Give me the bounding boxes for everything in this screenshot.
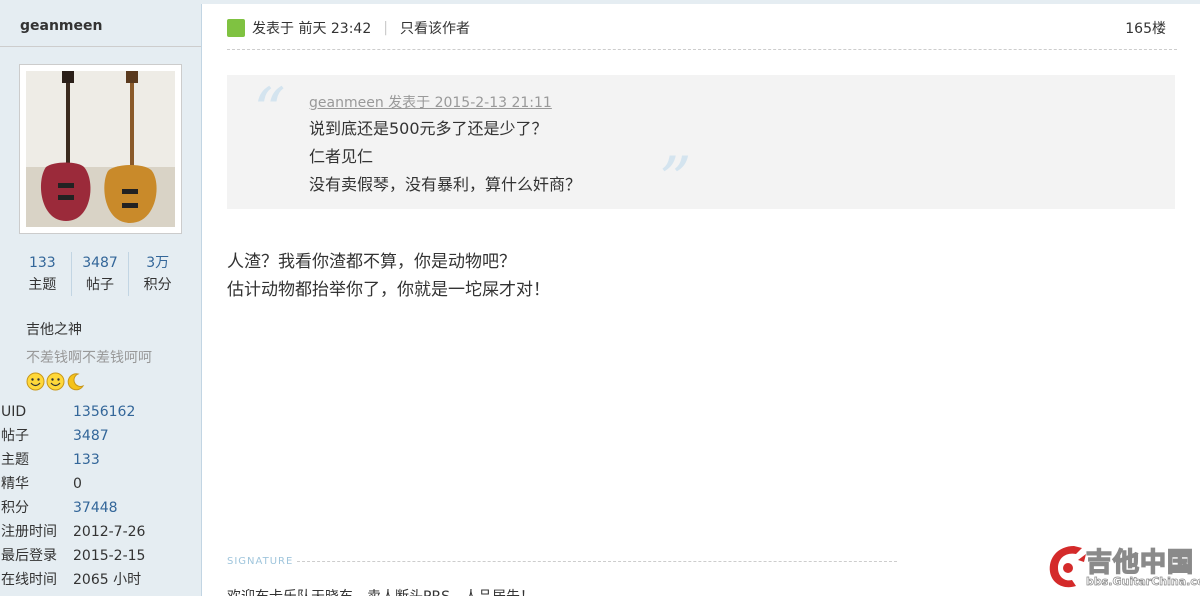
info-key: 注册时间 (1, 524, 57, 540)
stat-label: 主题 (28, 277, 57, 293)
open-quote-icon: “ (253, 75, 286, 149)
info-row: 帖子 3487 (1, 424, 145, 448)
watermark-text: 吉他中国 (1085, 547, 1195, 579)
post-line: 人渣？我看你渣都不算，你是动物吧？ (227, 252, 516, 272)
signature-line (297, 561, 898, 562)
author-stats: 133 主题 3487 帖子 3万 积分 (14, 252, 186, 296)
stat-value[interactable]: 3487 (72, 252, 129, 274)
info-key: 精华 (1, 476, 29, 492)
avatar-image (26, 71, 175, 227)
quote-block: “ geanmeen 发表于 2015-2-13 21:11 说到底还是500元… (227, 75, 1175, 218)
info-row: 最后登录 2015-2-15 (1, 544, 145, 568)
info-row: 注册时间 2012-7-26 (1, 520, 145, 544)
author-name[interactable]: geanmeen (20, 18, 102, 34)
custom-title: 不差钱啊不差钱呵呵 (26, 350, 152, 366)
info-value: 0 (73, 476, 82, 492)
online-user-icon (227, 19, 245, 37)
info-row: 主题 133 (1, 448, 145, 472)
quote-line: 没有卖假琴，没有暴利，算什么奸商？ (309, 175, 582, 194)
info-key: 积分 (1, 500, 29, 516)
meta-separator: | (383, 20, 388, 36)
stat-value[interactable]: 3万 (129, 252, 186, 274)
author-sidebar: geanmeen 133 主题 3487 帖子 3万 积分 吉他之神 不差钱啊不… (0, 4, 202, 596)
medals (26, 372, 85, 391)
stat-threads[interactable]: 133 主题 (14, 252, 71, 296)
quote-line: 说到底还是500元多了还是少了？ (309, 119, 548, 138)
info-value: 2015-2-15 (73, 548, 146, 564)
info-value[interactable]: 133 (73, 448, 100, 472)
info-key: 在线时间 (1, 572, 57, 588)
user-rank[interactable]: 吉他之神 (26, 319, 82, 339)
info-value[interactable]: 1356162 (73, 400, 135, 424)
post-line: 估计动物都抬举你了，你就是一坨屎才对！ (227, 280, 550, 300)
info-value: 2065 小时 (73, 572, 142, 588)
close-quote-icon: ” (659, 144, 692, 218)
stat-value[interactable]: 133 (14, 252, 71, 274)
sidebar-divider (0, 46, 201, 47)
signature-label: SIGNATURE (227, 556, 294, 567)
author-info: UID 1356162 帖子 3487 主题 133 精华 0 积分 37448… (1, 400, 145, 592)
info-key: 主题 (1, 452, 29, 468)
info-value[interactable]: 3487 (73, 424, 109, 448)
post-body: 人渣？我看你渣都不算，你是动物吧？ 估计动物都抬举你了，你就是一坨屎才对！ (227, 248, 550, 304)
info-key: 最后登录 (1, 548, 57, 564)
smiley-icon[interactable] (46, 372, 65, 391)
info-row: 积分 37448 (1, 496, 145, 520)
stat-credits[interactable]: 3万 积分 (128, 252, 186, 296)
post-meta: 发表于 前天 23:42 | 只看该作者 (227, 18, 470, 38)
info-row: 在线时间 2065 小时 (1, 568, 145, 592)
info-key: UID (1, 404, 27, 420)
only-author-link[interactable]: 只看该作者 (400, 18, 470, 38)
info-row: UID 1356162 (1, 400, 145, 424)
quote-line: 仁者见仁 (309, 147, 374, 166)
signature-divider: SIGNATURE (227, 556, 898, 567)
floor-number[interactable]: 165楼 (1125, 18, 1166, 38)
post-content-area: 发表于 前天 23:42 | 只看该作者 165楼 “ geanmeen 发表于… (203, 4, 1200, 596)
stat-posts[interactable]: 3487 帖子 (70, 252, 129, 296)
stat-label: 积分 (143, 277, 172, 293)
moon-icon[interactable] (66, 372, 85, 391)
meta-divider (227, 49, 1177, 50)
watermark-url: bbs.GuitarChina.com (1086, 575, 1200, 589)
stat-label: 帖子 (86, 277, 114, 293)
signature-text: 欢迎布卡乐队天晓东，卖人断头PRS，人品居先！ (227, 586, 534, 596)
smiley-icon[interactable] (26, 372, 45, 391)
quote-header-link[interactable]: geanmeen 发表于 2015-2-13 21:11 (309, 91, 581, 115)
quote-body: geanmeen 发表于 2015-2-13 21:11 说到底还是500元多了… (309, 91, 581, 199)
info-row: 精华 0 (1, 472, 145, 496)
avatar[interactable] (19, 64, 182, 234)
info-value[interactable]: 37448 (73, 496, 118, 520)
info-key: 帖子 (1, 428, 29, 444)
posted-time: 发表于 前天 23:42 (252, 21, 372, 37)
info-value: 2012-7-26 (73, 524, 146, 540)
